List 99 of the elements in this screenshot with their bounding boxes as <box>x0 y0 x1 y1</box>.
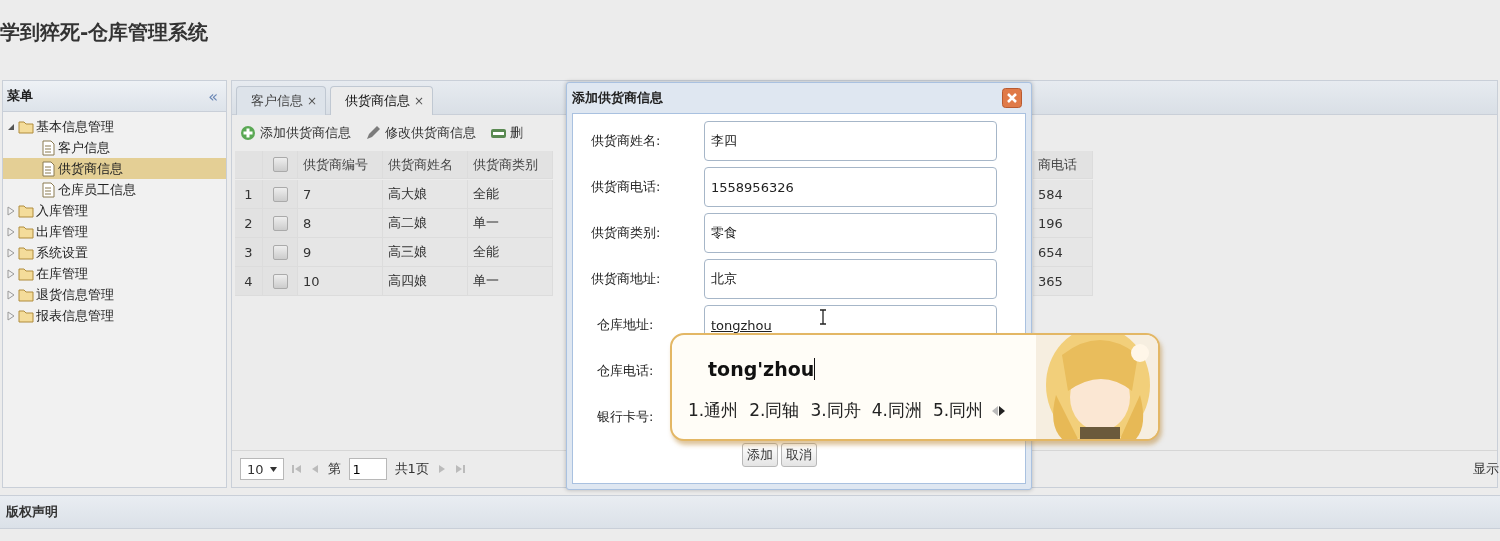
document-icon <box>41 160 56 177</box>
field-label: 仓库电话: <box>597 363 654 378</box>
candidate[interactable]: 3.同舟 <box>810 399 861 422</box>
field-label: 供货商电话: <box>591 179 661 194</box>
table-cell: 全能 <box>468 238 553 267</box>
last-page-icon[interactable] <box>454 464 465 474</box>
table-cell: 高二娘 <box>383 209 468 238</box>
checkbox[interactable] <box>272 273 288 289</box>
table-cell: 全能 <box>468 180 553 209</box>
table-cell: 单一 <box>468 267 553 296</box>
tree-item[interactable]: 入库管理 <box>3 200 226 221</box>
folder-icon <box>18 265 34 282</box>
folder-icon <box>18 223 34 240</box>
menu-title: 菜单 <box>7 87 33 105</box>
page-label: 第 <box>327 460 341 478</box>
cancel-button[interactable]: 取消 <box>780 443 817 467</box>
tree-item[interactable]: 退货信息管理 <box>3 284 226 305</box>
candidate[interactable]: 2.同轴 <box>749 399 800 422</box>
folder-icon <box>18 286 34 303</box>
input-field[interactable]: 李四 <box>704 121 997 161</box>
field-label: 供货商类别: <box>591 225 661 240</box>
add-button[interactable]: 添加 <box>741 443 778 467</box>
collapsed-triangle-icon <box>6 226 16 237</box>
plus-icon <box>240 125 256 141</box>
text-cursor-icon <box>819 309 827 325</box>
candidate[interactable]: 1.通州 <box>688 399 739 422</box>
tree-item[interactable]: 在库管理 <box>3 263 226 284</box>
tree-item[interactable]: 客户信息 <box>3 137 226 158</box>
table-cell: 196 <box>1033 209 1093 238</box>
field-label: 仓库地址: <box>597 317 654 332</box>
candidate[interactable]: 4.同洲 <box>871 399 922 422</box>
page-number-field[interactable]: 1 <box>348 458 387 480</box>
table-cell: 8 <box>298 209 383 238</box>
collapsed-triangle-icon <box>6 247 16 258</box>
footer-title: 版权声明 <box>6 503 58 521</box>
tree-item[interactable]: 出库管理 <box>3 221 226 242</box>
table-cell: 高四娘 <box>383 267 468 296</box>
table-cell: 高三娘 <box>383 238 468 267</box>
page-count: 共1页 <box>394 460 429 478</box>
checkbox[interactable] <box>272 157 288 172</box>
column-header[interactable]: 供货商编号 <box>298 151 383 179</box>
folder-icon <box>18 118 34 135</box>
table-cell: 7 <box>298 180 383 209</box>
field-label: 供货商地址: <box>591 271 661 286</box>
document-icon <box>41 139 56 156</box>
candidate[interactable]: 5.同州 <box>932 399 984 422</box>
tree-item[interactable]: 仓库员工信息 <box>3 179 226 200</box>
pencil-icon <box>365 125 381 141</box>
table-cell: 584 <box>1033 180 1093 209</box>
toolbar-button[interactable]: 添加供货商信息 <box>240 124 351 142</box>
table-cell: 9 <box>298 238 383 267</box>
field-label: 供货商姓名: <box>591 133 661 148</box>
document-icon <box>41 181 56 198</box>
tree-item[interactable]: 报表信息管理 <box>3 305 226 326</box>
toolbar-button[interactable]: 修改供货商信息 <box>365 124 476 142</box>
row-number: 1 <box>235 180 263 209</box>
folder-icon <box>18 307 34 324</box>
row-number: 4 <box>235 267 263 296</box>
tab[interactable]: 客户信息 × <box>236 86 327 115</box>
table-cell: 654 <box>1033 238 1093 267</box>
row-number: 2 <box>235 209 263 238</box>
next-page-icon[interactable] <box>999 405 1006 416</box>
collapsed-triangle-icon <box>6 289 16 300</box>
close-icon[interactable] <box>1002 88 1022 108</box>
toolbar-button[interactable]: 删 <box>490 124 523 142</box>
input-field[interactable]: 北京 <box>704 259 997 299</box>
checkbox[interactable] <box>272 215 288 231</box>
checkbox[interactable] <box>272 186 288 202</box>
collapsed-triangle-icon <box>6 268 16 279</box>
tab[interactable]: 供货商信息 × <box>330 86 434 115</box>
tab-close-button[interactable]: × <box>307 94 318 108</box>
text-caret <box>814 358 816 380</box>
table-cell: 高大娘 <box>383 180 468 209</box>
collapsed-triangle-icon <box>6 310 16 321</box>
table-cell: 单一 <box>468 209 553 238</box>
folder-icon <box>18 244 34 261</box>
dropdown-caret-icon <box>269 466 277 472</box>
composition-text: tong'zhou <box>708 358 815 380</box>
column-header[interactable]: 供货商姓名 <box>383 151 468 179</box>
input-field[interactable]: 1558956326 <box>704 167 997 207</box>
tree-item[interactable]: 基本信息管理 <box>3 116 226 137</box>
table-cell: 365 <box>1033 267 1093 296</box>
page-size-select[interactable]: 10 <box>240 458 284 480</box>
row-number: 3 <box>235 238 263 267</box>
collapsed-triangle-icon <box>6 205 16 216</box>
first-page-icon[interactable] <box>291 464 302 474</box>
app-title: 学到猝死-仓库管理系统 <box>0 20 209 44</box>
dialog-title: 添加供货商信息 <box>572 89 663 107</box>
checkbox[interactable] <box>272 244 288 260</box>
field-label: 银行卡号: <box>597 409 654 424</box>
table-cell: 10 <box>298 267 383 296</box>
tree-item[interactable]: 供货商信息 <box>3 158 226 179</box>
tab-close-button[interactable]: × <box>414 94 425 108</box>
column-header[interactable]: 商电话 <box>1033 151 1093 179</box>
tree-item[interactable]: 系统设置 <box>3 242 226 263</box>
input-field[interactable]: 零食 <box>704 213 997 253</box>
folder-icon <box>18 202 34 219</box>
column-header[interactable]: 供货商类别 <box>468 151 553 179</box>
display-info: 显示 <box>1473 460 1499 478</box>
